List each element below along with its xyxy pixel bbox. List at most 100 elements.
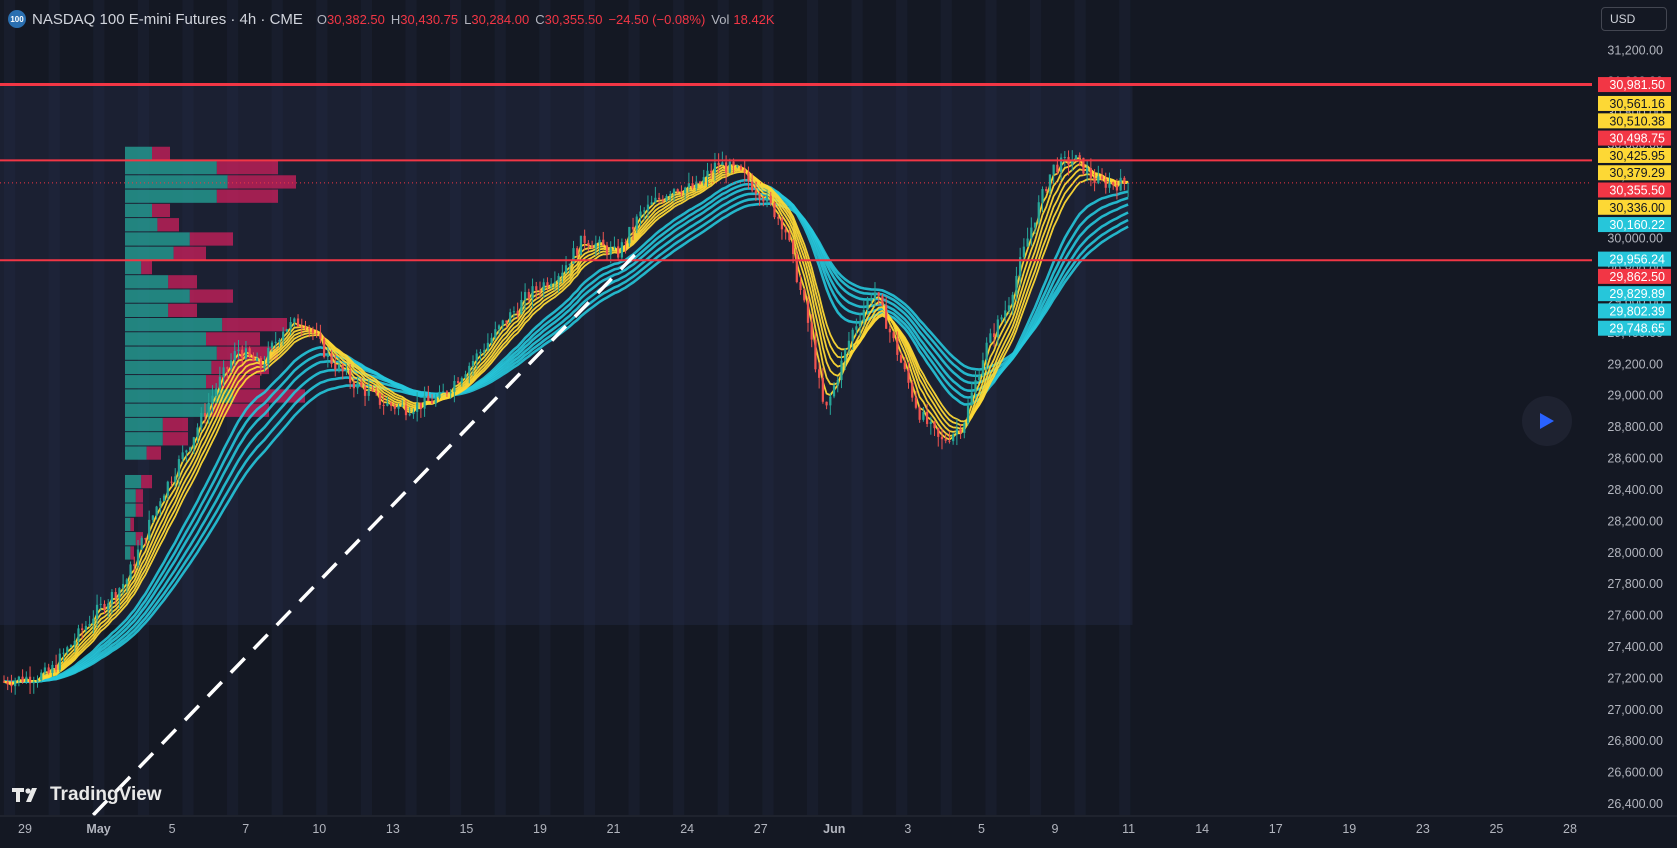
candle-body: [739, 165, 743, 170]
candle-body: [516, 311, 519, 314]
volume-profile-down: [222, 317, 287, 332]
candle-body: [81, 628, 84, 631]
candle-body: [289, 322, 292, 330]
price-label-text: 29,956.24: [1609, 253, 1665, 267]
candle-body: [940, 436, 944, 440]
candle-body: [955, 429, 958, 435]
candle-body: [1097, 176, 1100, 184]
candle-body: [777, 217, 780, 219]
candle-body: [724, 162, 728, 173]
candle-body: [911, 382, 914, 398]
price-chart[interactable]: 31,400.0031,200.0031,000.0030,800.0030,6…: [0, 0, 1677, 848]
candle-body: [304, 326, 307, 328]
candle-body: [479, 351, 482, 354]
candle-body: [296, 318, 300, 327]
candle-body: [791, 240, 795, 255]
candle-body: [594, 243, 597, 249]
candle-body: [1104, 179, 1107, 188]
candle-body: [780, 218, 784, 230]
volume-profile-up: [125, 489, 136, 503]
candle-body: [278, 339, 281, 342]
candle-body: [832, 385, 836, 397]
time-tick-label: 10: [312, 822, 326, 836]
candle-body: [382, 404, 385, 406]
candle-body: [691, 183, 694, 189]
candle-body: [769, 195, 772, 203]
candle-body: [352, 382, 355, 389]
price-label-text: 29,862.50: [1609, 270, 1665, 284]
candle-body: [255, 358, 259, 362]
candle-body: [73, 640, 76, 646]
candle-body: [721, 162, 724, 166]
candle-body: [669, 193, 672, 197]
price-tick-label: 28,800.00: [1607, 420, 1663, 434]
tradingview-logo[interactable]: TradingView: [12, 784, 162, 806]
volume-profile-up: [125, 446, 147, 460]
candle-body: [814, 339, 817, 370]
candle-body: [881, 295, 884, 306]
candle-body: [389, 402, 393, 406]
candle-body: [88, 623, 91, 626]
candle-body: [92, 618, 95, 624]
candle-body: [468, 365, 471, 375]
volume-profile-down: [141, 474, 152, 489]
candle-body: [553, 282, 556, 284]
candle-body: [866, 299, 869, 311]
candle-body: [464, 374, 467, 379]
chart-stage: 31,400.0031,200.0031,000.0030,800.0030,6…: [0, 0, 1677, 848]
candle-body: [546, 282, 549, 287]
candle-body: [54, 664, 58, 670]
candle-body: [144, 538, 147, 540]
time-tick-label: Jun: [823, 822, 845, 836]
candle-body: [803, 290, 806, 301]
candle-body: [620, 242, 623, 258]
candle-body: [341, 364, 344, 372]
price-tick-label: 29,200.00: [1607, 357, 1663, 371]
price-label-text: 30,379.29: [1609, 166, 1665, 180]
candle-body: [1078, 155, 1081, 158]
candle-body: [1033, 222, 1037, 228]
candle-body: [226, 367, 229, 369]
volume-profile-up: [125, 260, 142, 275]
candle-body: [110, 591, 114, 604]
candle-body: [136, 549, 140, 566]
candle-body: [129, 564, 132, 580]
candle-body: [40, 672, 43, 681]
candle-body: [885, 305, 888, 329]
candle-body: [215, 388, 218, 396]
replay-play-button[interactable]: [1522, 396, 1572, 446]
candle-body: [185, 450, 188, 453]
candle-body: [207, 403, 210, 417]
candle-body: [572, 248, 575, 264]
candle-body: [449, 391, 452, 394]
time-tick-label: 15: [459, 822, 473, 836]
volume-profile-down: [173, 246, 206, 260]
price-tick-label: 31,200.00: [1607, 43, 1663, 57]
currency-selector[interactable]: USD: [1601, 7, 1667, 31]
candle-body: [602, 239, 605, 246]
candle-body: [605, 245, 609, 255]
candle-body: [1022, 246, 1025, 258]
candle-body: [25, 676, 28, 682]
candle-body: [844, 349, 847, 361]
candle-body: [196, 427, 199, 438]
candle-body: [148, 519, 151, 540]
candle-body: [922, 411, 925, 420]
time-tick-label: 14: [1195, 822, 1209, 836]
symbol-title[interactable]: NASDAQ 100 E-mini Futures · 4h · CME: [32, 11, 303, 28]
candle-body: [490, 337, 493, 343]
volume-profile-up: [125, 303, 169, 317]
time-tick-label: 5: [169, 822, 176, 836]
time-tick-label: 24: [680, 822, 694, 836]
volume-profile-up: [125, 403, 212, 417]
volume-profile-down: [168, 303, 197, 317]
volume-profile-up: [125, 503, 136, 517]
candle-body: [635, 216, 638, 230]
close-value: 30,355.50: [544, 11, 603, 27]
candle-body: [806, 300, 810, 323]
candle-body: [646, 204, 650, 211]
symbol-logo-icon[interactable]: 100: [8, 10, 26, 28]
candle-body: [95, 604, 99, 619]
candle-body: [326, 353, 329, 357]
candle-body: [598, 239, 601, 244]
